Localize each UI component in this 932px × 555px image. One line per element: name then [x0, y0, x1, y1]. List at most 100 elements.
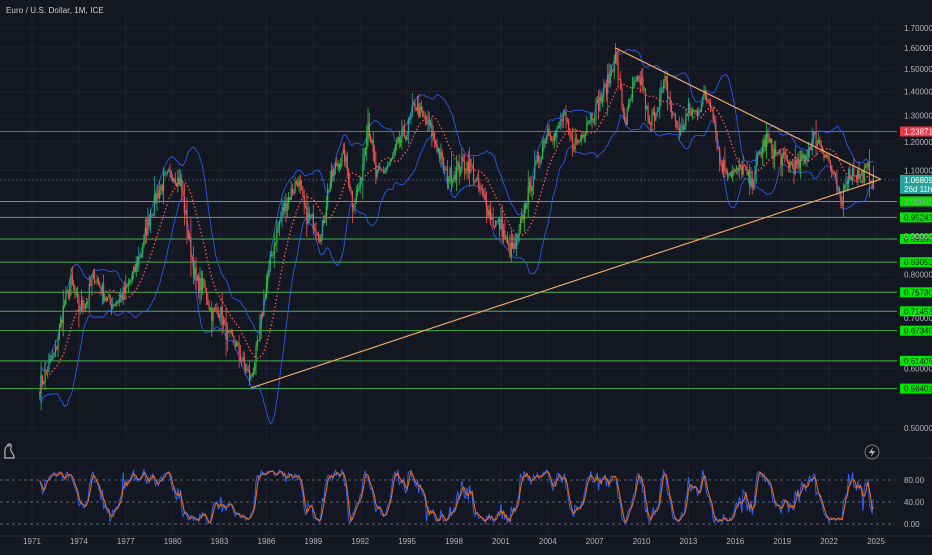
candle-body [530, 181, 532, 192]
candle-body [414, 103, 416, 109]
candle-body [280, 216, 282, 221]
price-tick-label: 1.60000 [904, 44, 932, 53]
candle-body [539, 160, 541, 164]
candle-body [74, 288, 76, 295]
candle-body [409, 118, 411, 121]
candle-body [792, 163, 794, 167]
candle-body [333, 168, 335, 177]
candle-body [861, 171, 863, 175]
price-tick-label: 0.50000 [904, 424, 932, 433]
price-axis[interactable]: 1.70000 1.60000 1.50000 1.40000 1.30000 1.200… [904, 24, 932, 529]
candle-body [354, 199, 356, 206]
candle-body [814, 131, 816, 133]
candle-body [196, 276, 199, 281]
price-tick-label: 1.50000 [904, 65, 932, 74]
candle-body [97, 278, 100, 283]
candle-body [549, 134, 551, 139]
candle-body [651, 115, 653, 126]
candle-body [444, 168, 446, 170]
candle-body [212, 308, 214, 321]
candle-body [568, 121, 570, 130]
candle-body [674, 114, 677, 122]
candle-body [185, 210, 187, 213]
candle-body [673, 114, 675, 116]
candle-body [655, 113, 657, 121]
candle-body [734, 169, 736, 172]
candle-body [337, 164, 339, 167]
candle-body [112, 304, 114, 310]
candle-body [569, 129, 571, 136]
candle-body [596, 99, 598, 103]
candle-body [162, 175, 165, 191]
candle-body [591, 113, 593, 121]
candle-body [183, 196, 185, 213]
candle-body [462, 157, 464, 162]
candle-body [691, 110, 693, 115]
candle-body [319, 237, 321, 242]
candle-body [172, 177, 174, 182]
candle-body [239, 354, 241, 361]
candle-body [531, 186, 533, 192]
candle-body [600, 96, 602, 102]
candle-body [388, 163, 390, 166]
candle-body [362, 163, 364, 181]
candle-body [484, 194, 486, 200]
candle-body [177, 177, 179, 187]
tradingview-logo-icon[interactable] [2, 440, 16, 460]
candle-body [586, 123, 588, 132]
candle-body [358, 188, 360, 190]
time-tick-label: 1980 [164, 537, 182, 546]
candle-body [603, 86, 605, 98]
candle-body [222, 319, 225, 325]
candle-body [532, 179, 535, 187]
time-tick-label: 2013 [680, 537, 698, 546]
candle-body [756, 154, 759, 160]
lightning-icon[interactable] [864, 444, 880, 460]
candle-body [518, 229, 520, 236]
candle-body [191, 257, 193, 259]
candle-body [63, 304, 66, 306]
candle-body [371, 140, 373, 143]
candle-body [252, 371, 255, 375]
candle-body [835, 172, 837, 177]
candle-body [454, 174, 456, 180]
time-axis[interactable]: 1971 1974 1977 1980 1983 1986 1989 1992 1995 1998… [23, 537, 885, 546]
candle-body [476, 178, 479, 179]
candle-body [364, 149, 367, 155]
candle-body [590, 113, 592, 123]
candle-body [170, 171, 172, 178]
time-tick-label: 2016 [726, 537, 744, 546]
candle-body [134, 267, 136, 273]
candle-body [215, 307, 217, 309]
candle-body [627, 103, 630, 109]
candle-body [106, 297, 109, 301]
horizontal-levels[interactable]: 1.000000.952430.891600.830500.757300.714… [0, 126, 932, 394]
candle-body [431, 122, 433, 136]
candle-body [217, 310, 219, 318]
candle-body [556, 127, 558, 137]
candle-body [169, 169, 171, 172]
candle-body [604, 84, 606, 87]
candle-body [453, 174, 455, 180]
candle-body [298, 180, 300, 187]
candle-body [465, 169, 467, 171]
candle-body [523, 204, 525, 220]
candle-body [711, 108, 713, 110]
stochastic-k-line [39, 468, 874, 525]
candle-body [678, 127, 680, 135]
candle-body [441, 152, 443, 158]
candle-body [519, 220, 522, 230]
time-tick-label: 1998 [445, 537, 463, 546]
candle-body [854, 175, 856, 177]
candle-body [660, 88, 662, 97]
candle-body [515, 241, 518, 249]
candle-body [717, 147, 720, 149]
trendlines[interactable] [250, 47, 881, 389]
candle-body [250, 375, 252, 380]
candle-body [685, 116, 687, 127]
chart: 1.00000 0.95243 0.89160 0.83050 0.75730 0.714… [0, 0, 932, 550]
candle-body [548, 128, 550, 135]
candle-body [474, 180, 476, 182]
candle-body [159, 190, 161, 199]
candle-body [52, 354, 54, 360]
